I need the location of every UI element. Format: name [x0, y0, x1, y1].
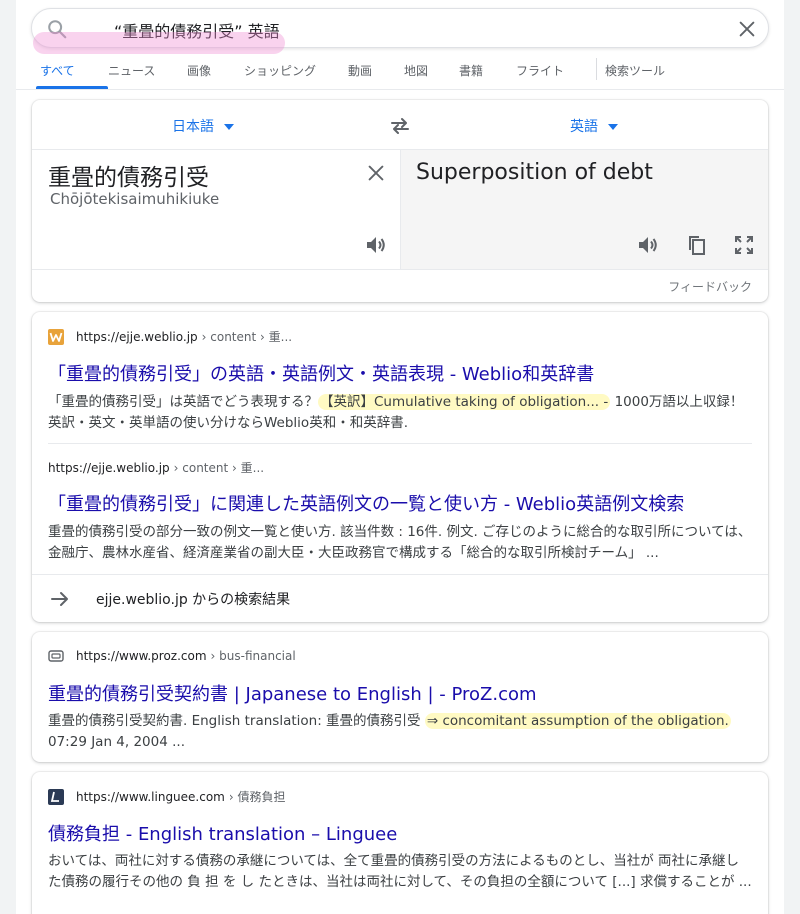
linguee-logo-icon: [48, 788, 64, 805]
target-language-select[interactable]: 英語: [570, 116, 618, 136]
highlight-marker: [33, 32, 285, 54]
arrow-right-icon: [51, 592, 68, 606]
result-card-linguee: https://www.linguee.com › 債務負担 債務負担 - En…: [32, 772, 768, 914]
divider: [400, 149, 401, 269]
result-site-url: https://www.linguee.com: [76, 789, 225, 804]
tab-videos[interactable]: 動画: [348, 62, 372, 79]
source-text-input[interactable]: 重畳的債務引受: [48, 158, 209, 192]
tab-all[interactable]: すべて: [40, 62, 75, 79]
tab-news[interactable]: ニュース: [108, 62, 155, 79]
result-title-link[interactable]: 債務負担 - English translation – Linguee: [48, 820, 397, 846]
weblio-logo-icon: [48, 328, 64, 345]
result-url[interactable]: https://www.linguee.com › 債務負担: [48, 788, 286, 805]
result-snippet: 重畳的債務引受契約書. English translation: 重畳的債務引受…: [48, 711, 752, 753]
result-snippet: 「重畳的債務引受」は英語でどう表現する？ 【英訳】Cumulative takin…: [48, 392, 752, 434]
result-site-url: https://www.proz.com: [76, 649, 207, 663]
result-breadcrumb: › content › 重...: [173, 461, 265, 475]
divider: [32, 269, 768, 270]
swap-languages-icon[interactable]: [388, 114, 412, 138]
close-icon[interactable]: [365, 162, 387, 184]
result-card-weblio: https://ejje.weblio.jp › content › 重... …: [32, 312, 768, 622]
target-language-label: 英語: [570, 119, 598, 135]
highlighted-snippet: ⇒ concomitant assumption of the obligati…: [424, 713, 731, 729]
tab-maps[interactable]: 地図: [404, 62, 428, 79]
translation-output-text: Superposition of debt: [416, 160, 653, 185]
result-site-url: https://ejje.weblio.jp: [48, 460, 170, 475]
tab-images[interactable]: 画像: [187, 62, 211, 79]
result-breadcrumb: › bus-financial: [210, 649, 296, 663]
close-icon[interactable]: [736, 18, 758, 40]
tab-search-tools[interactable]: 検索ツール: [605, 62, 665, 79]
fullscreen-icon[interactable]: [732, 233, 756, 257]
result-snippet: おいては、両社に対する債務の承継については、全て重畳的債務引受の方法によるものと…: [48, 853, 752, 890]
snippet-text: 重畳的債務引受契約書. English translation: 重畳的債務引受: [48, 713, 425, 729]
tab-books[interactable]: 書籍: [459, 62, 483, 79]
result-breadcrumb: › 債務負担: [228, 790, 286, 804]
snippet-text: 「重畳的債務引受」は英語でどう表現する？: [48, 394, 318, 410]
tab-divider: [596, 58, 597, 80]
snippet-text: 07:29 Jan 4, 2004 ...: [48, 734, 185, 750]
tab-flights[interactable]: フライト: [516, 62, 564, 79]
feedback-link[interactable]: フィードバック: [668, 278, 752, 295]
translate-card: 日本語 英語 重畳的債務引受 Chōjōtekisaimuhikiuke Sup…: [32, 100, 768, 302]
result-url[interactable]: https://www.proz.com › bus-financial: [48, 648, 296, 664]
highlighted-snippet: 【英訳】Cumulative taking of obligation... -: [318, 394, 611, 410]
divider: [32, 574, 768, 575]
tab-shopping[interactable]: ショッピング: [244, 62, 316, 79]
speaker-icon[interactable]: [636, 233, 660, 257]
sub-result-snippet: 重畳的債務引受の部分一致の例文一覧と使い方. 該当件数 : 16件. 例文. ご…: [48, 524, 752, 561]
speaker-icon[interactable]: [364, 233, 388, 257]
sub-result-title-link[interactable]: 「重畳的債務引受」に関連した英語例文の一覧と使い方 - Weblio英語例文検索: [48, 490, 684, 516]
more-results-label: ejje.weblio.jp からの検索結果: [96, 592, 291, 608]
chevron-down-icon: [608, 124, 618, 130]
source-language-label: 日本語: [172, 119, 214, 135]
active-tab-indicator: [36, 86, 108, 89]
copy-icon[interactable]: [684, 233, 708, 257]
more-results-link[interactable]: ejje.weblio.jp からの検索結果: [48, 587, 290, 611]
proz-logo-icon: [48, 648, 64, 664]
chevron-down-icon: [224, 124, 234, 130]
result-site-url: https://ejje.weblio.jp: [76, 329, 198, 344]
sub-result-url[interactable]: https://ejje.weblio.jp › content › 重...: [48, 459, 264, 476]
result-title-link[interactable]: 「重畳的債務引受」の英語・英語例文・英語表現 - Weblio和英辞書: [48, 360, 594, 386]
source-language-select[interactable]: 日本語: [172, 116, 234, 136]
search-tabs: すべて ニュース 画像 ショッピング 動画 地図 書籍 フライト 検索ツール: [16, 54, 784, 90]
result-title-link[interactable]: 重畳的債務引受契約書 | Japanese to English | - Pro…: [48, 680, 537, 706]
divider: [48, 443, 752, 444]
result-url[interactable]: https://ejje.weblio.jp › content › 重...: [48, 328, 292, 345]
source-romanization: Chōjōtekisaimuhikiuke: [50, 190, 220, 208]
result-breadcrumb: › content › 重...: [201, 330, 293, 344]
result-card-proz: https://www.proz.com › bus-financial 重畳的…: [32, 632, 768, 762]
